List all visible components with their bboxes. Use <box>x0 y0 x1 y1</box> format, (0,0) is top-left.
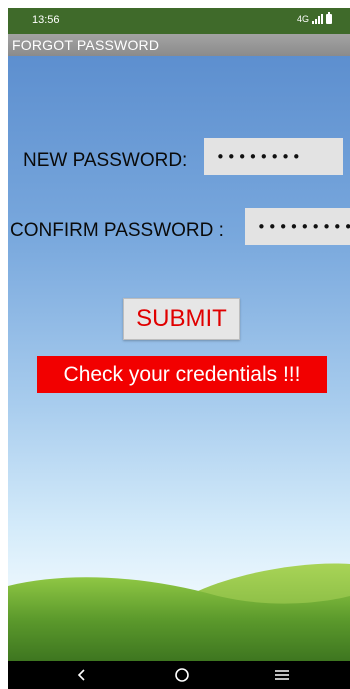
home-circle-icon <box>175 668 189 682</box>
status-bar: 13:56 4G <box>8 8 350 34</box>
page-title: FORGOT PASSWORD <box>12 37 160 53</box>
back-chevron-icon <box>77 669 85 681</box>
navigation-bar <box>8 661 350 689</box>
content-area: NEW PASSWORD: CONFIRM PASSWORD : SUBMIT … <box>8 56 350 661</box>
status-time: 13:56 <box>32 14 60 26</box>
menu-button[interactable] <box>252 661 312 689</box>
error-message: Check your credentials !!! <box>37 356 327 393</box>
menu-lines-icon <box>275 670 289 680</box>
confirm-password-input[interactable] <box>245 208 350 245</box>
signal-icon <box>312 14 323 24</box>
battery-icon <box>326 12 332 24</box>
title-bar: FORGOT PASSWORD <box>8 34 350 56</box>
back-button[interactable] <box>52 661 112 689</box>
confirm-password-label: CONFIRM PASSWORD : <box>10 220 224 241</box>
home-button[interactable] <box>152 661 212 689</box>
phone-screen: 13:56 4G FORGOT PASSWORD NEW PASSWORD: •… <box>8 8 350 689</box>
network-type: 4G <box>296 14 309 24</box>
status-icons: 4G <box>296 12 332 24</box>
submit-button[interactable]: SUBMIT <box>123 298 240 340</box>
new-password-input[interactable] <box>204 138 343 175</box>
new-password-label: NEW PASSWORD: <box>23 150 188 171</box>
